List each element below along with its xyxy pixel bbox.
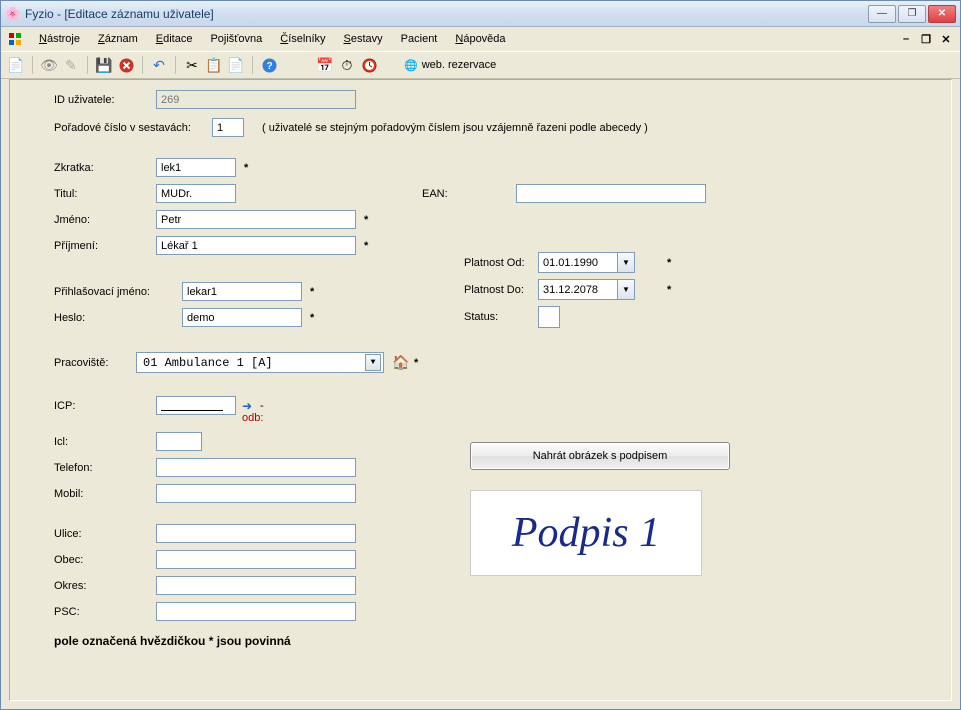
icl-field[interactable] (156, 432, 202, 451)
login-label: Přihlašovací jméno: (54, 286, 182, 298)
maximize-button[interactable]: ❐ (898, 5, 926, 23)
main-window: 🌸 Fyzio - [Editace záznamu uživatele] — … (0, 0, 961, 710)
undo-icon[interactable]: ↶ (150, 56, 168, 74)
dash: - (260, 400, 264, 412)
clock-icon[interactable] (360, 56, 378, 74)
odb-label: odb: (242, 412, 263, 424)
mdi-minimize[interactable]: – (898, 32, 914, 46)
ean-label: EAN: (422, 188, 516, 200)
telefon-label: Telefon: (54, 462, 156, 474)
pracoviste-combo[interactable]: 01 Ambulance 1 [A] ▼ (136, 352, 384, 373)
login-field[interactable] (182, 282, 302, 301)
menu-nastroje[interactable]: Nástroje (31, 31, 88, 47)
jmeno-label: Jméno: (54, 214, 156, 226)
edit-icon[interactable]: ✎ (62, 56, 80, 74)
titul-field[interactable] (156, 184, 236, 203)
required-mark: * (667, 284, 671, 296)
icp-lookup-icon[interactable]: ➜ (240, 399, 254, 413)
titlebar: 🌸 Fyzio - [Editace záznamu uživatele] — … (1, 1, 960, 27)
menu-zaznam[interactable]: Záznam (90, 31, 146, 47)
ean-field[interactable] (516, 184, 706, 203)
svg-text:?: ? (266, 61, 272, 72)
menubar: Nástroje Záznam Editace Pojišťovna Čísel… (1, 27, 960, 51)
mobil-label: Mobil: (54, 488, 156, 500)
poradove-label: Pořadové číslo v sestavách: (54, 122, 212, 134)
close-button[interactable]: ✕ (928, 5, 956, 23)
upload-signature-button[interactable]: Nahrát obrázek s podpisem (470, 442, 730, 470)
cut-icon[interactable]: ✂ (183, 56, 201, 74)
ulice-label: Ulice: (54, 528, 156, 540)
signature-image: Podpis 1 (470, 490, 702, 576)
required-mark: * (364, 240, 368, 252)
prijmeni-label: Příjmení: (54, 240, 156, 252)
status-box[interactable] (538, 306, 560, 328)
timer-icon[interactable]: ⏱ (338, 56, 356, 74)
mobil-field[interactable] (156, 484, 356, 503)
heslo-field[interactable] (182, 308, 302, 327)
jmeno-field[interactable] (156, 210, 356, 229)
app-icon: 🌸 (5, 6, 21, 22)
icl-label: Icl: (54, 436, 156, 448)
platnost-do-dropdown[interactable]: ▼ (617, 279, 635, 300)
new-icon[interactable]: 📄 (7, 56, 25, 74)
zkratka-label: Zkratka: (54, 162, 156, 174)
menu-editace[interactable]: Editace (148, 31, 201, 47)
minimize-button[interactable]: — (868, 5, 896, 23)
home-icon[interactable]: 🏠 (392, 354, 410, 372)
menu-pojistovna[interactable]: Pojišťovna (202, 31, 270, 47)
prijmeni-field[interactable] (156, 236, 356, 255)
platnost-od-dropdown[interactable]: ▼ (617, 252, 635, 273)
poradove-field[interactable] (212, 118, 244, 137)
icp-label: ICP: (54, 400, 156, 412)
zkratka-field[interactable] (156, 158, 236, 177)
platnost-do-label: Platnost Do: (464, 284, 538, 296)
mdi-close[interactable]: ✕ (938, 32, 954, 46)
platnost-od-field[interactable]: 01.01.1990 (538, 252, 618, 273)
mdi-restore[interactable]: ❐ (918, 32, 934, 46)
eye-icon[interactable]: 👁 (40, 56, 58, 74)
obec-field[interactable] (156, 550, 356, 569)
menu-pacient[interactable]: Pacient (393, 31, 446, 47)
menu-sestavy[interactable]: Sestavy (336, 31, 391, 47)
icp-field[interactable] (156, 396, 236, 415)
save-icon[interactable]: 💾 (95, 56, 113, 74)
okres-field[interactable] (156, 576, 356, 595)
required-fields-note: pole označená hvězdičkou * jsou povinná (54, 634, 291, 648)
poradove-note: ( uživatelé se stejným pořadovým číslem … (262, 122, 648, 134)
pracoviste-label: Pracoviště: (54, 357, 136, 369)
form-area: ID uživatele: Pořadové číslo v sestavách… (9, 79, 952, 701)
status-label: Status: (464, 311, 538, 323)
web-rezervace-button[interactable]: 🌐 web. rezervace (398, 57, 502, 74)
platnost-do-field[interactable]: 31.12.2078 (538, 279, 618, 300)
help-icon[interactable]: ? (260, 56, 278, 74)
psc-field[interactable] (156, 602, 356, 621)
required-mark: * (310, 286, 314, 298)
heslo-label: Heslo: (54, 312, 182, 324)
required-mark: * (667, 257, 671, 269)
required-mark: * (414, 357, 418, 369)
id-label: ID uživatele: (54, 94, 156, 106)
titul-label: Titul: (54, 188, 156, 200)
id-field (156, 90, 356, 109)
menu-ciselniky[interactable]: Číselníky (272, 31, 333, 47)
cancel-icon[interactable] (117, 56, 135, 74)
app-menu-icon[interactable] (7, 31, 23, 47)
obec-label: Obec: (54, 554, 156, 566)
toolbar: 📄 👁 ✎ 💾 ↶ ✂ 📋 📄 ? 📅 ⏱ 🌐 web. rezervace (1, 51, 960, 79)
platnost-od-label: Platnost Od: (464, 257, 538, 269)
psc-label: PSC: (54, 606, 156, 618)
chevron-down-icon[interactable]: ▼ (365, 354, 381, 371)
telefon-field[interactable] (156, 458, 356, 477)
copy-icon[interactable]: 📋 (205, 56, 223, 74)
calendar-icon[interactable]: 📅 (316, 56, 334, 74)
required-mark: * (310, 312, 314, 324)
paste-icon[interactable]: 📄 (227, 56, 245, 74)
required-mark: * (364, 214, 368, 226)
required-mark: * (244, 162, 248, 174)
menu-napoveda[interactable]: Nápověda (447, 31, 513, 47)
window-title: Fyzio - [Editace záznamu uživatele] (25, 7, 868, 21)
okres-label: Okres: (54, 580, 156, 592)
ulice-field[interactable] (156, 524, 356, 543)
globe-icon: 🌐 (404, 59, 418, 72)
